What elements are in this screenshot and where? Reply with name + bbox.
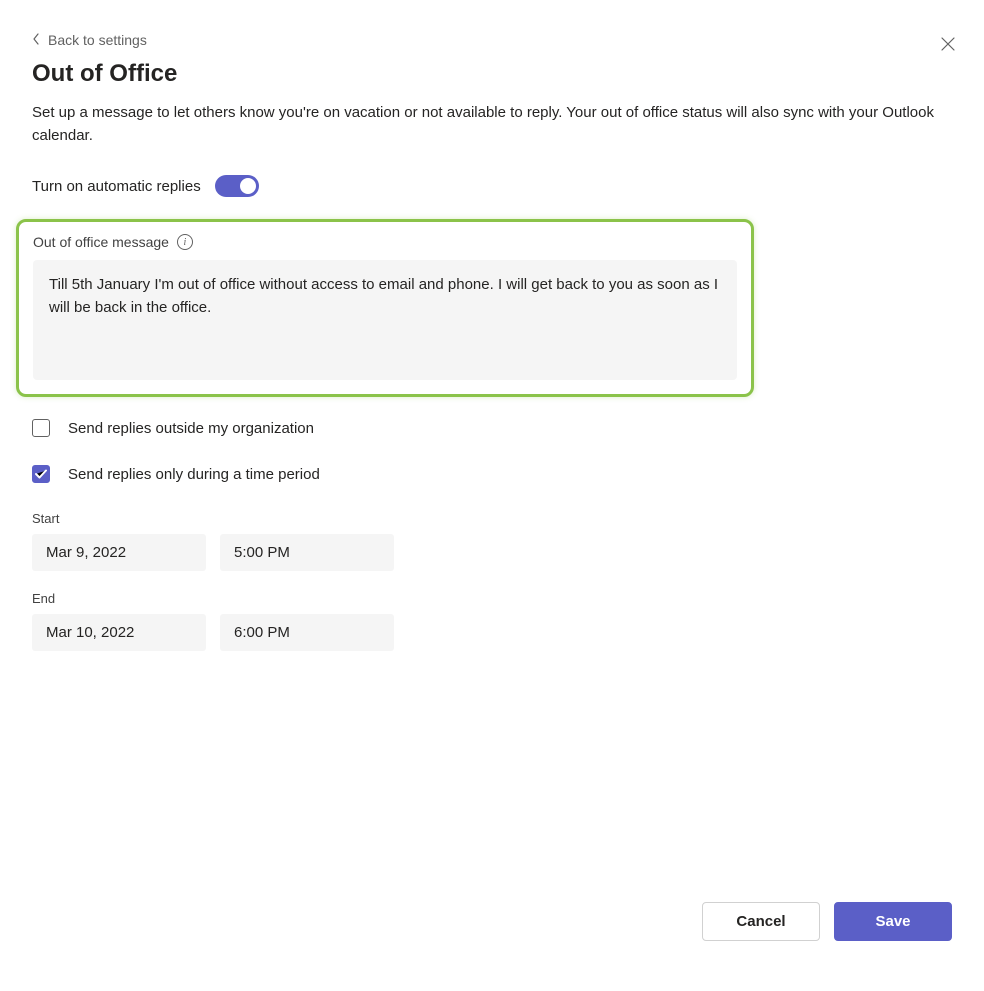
auto-replies-toggle[interactable] [215, 175, 259, 197]
message-highlight-box: Out of office message i Till 5th January… [16, 219, 754, 397]
chevron-left-icon [32, 32, 40, 48]
end-date-input[interactable] [32, 614, 206, 651]
page-description: Set up a message to let others know you'… [32, 102, 952, 147]
auto-replies-toggle-label: Turn on automatic replies [32, 178, 201, 195]
send-outside-org-checkbox[interactable] [32, 419, 50, 437]
time-period-label: Send replies only during a time period [68, 466, 320, 483]
page-title: Out of Office [32, 60, 952, 88]
info-icon[interactable]: i [177, 234, 193, 250]
start-label: Start [32, 511, 952, 526]
end-label: End [32, 591, 952, 606]
back-link-label: Back to settings [48, 32, 147, 48]
toggle-knob [240, 178, 256, 194]
cancel-button[interactable]: Cancel [702, 902, 820, 941]
start-time-input[interactable] [220, 534, 394, 571]
back-to-settings-link[interactable]: Back to settings [32, 32, 147, 48]
send-outside-org-label: Send replies outside my organization [68, 420, 314, 437]
close-button[interactable] [940, 36, 956, 57]
end-time-input[interactable] [220, 614, 394, 651]
checkmark-icon [35, 469, 47, 479]
save-button[interactable]: Save [834, 902, 952, 941]
out-of-office-message-input[interactable]: Till 5th January I'm out of office witho… [33, 260, 737, 380]
start-date-input[interactable] [32, 534, 206, 571]
time-period-checkbox[interactable] [32, 465, 50, 483]
close-icon [940, 36, 956, 52]
message-field-label: Out of office message [33, 234, 169, 250]
